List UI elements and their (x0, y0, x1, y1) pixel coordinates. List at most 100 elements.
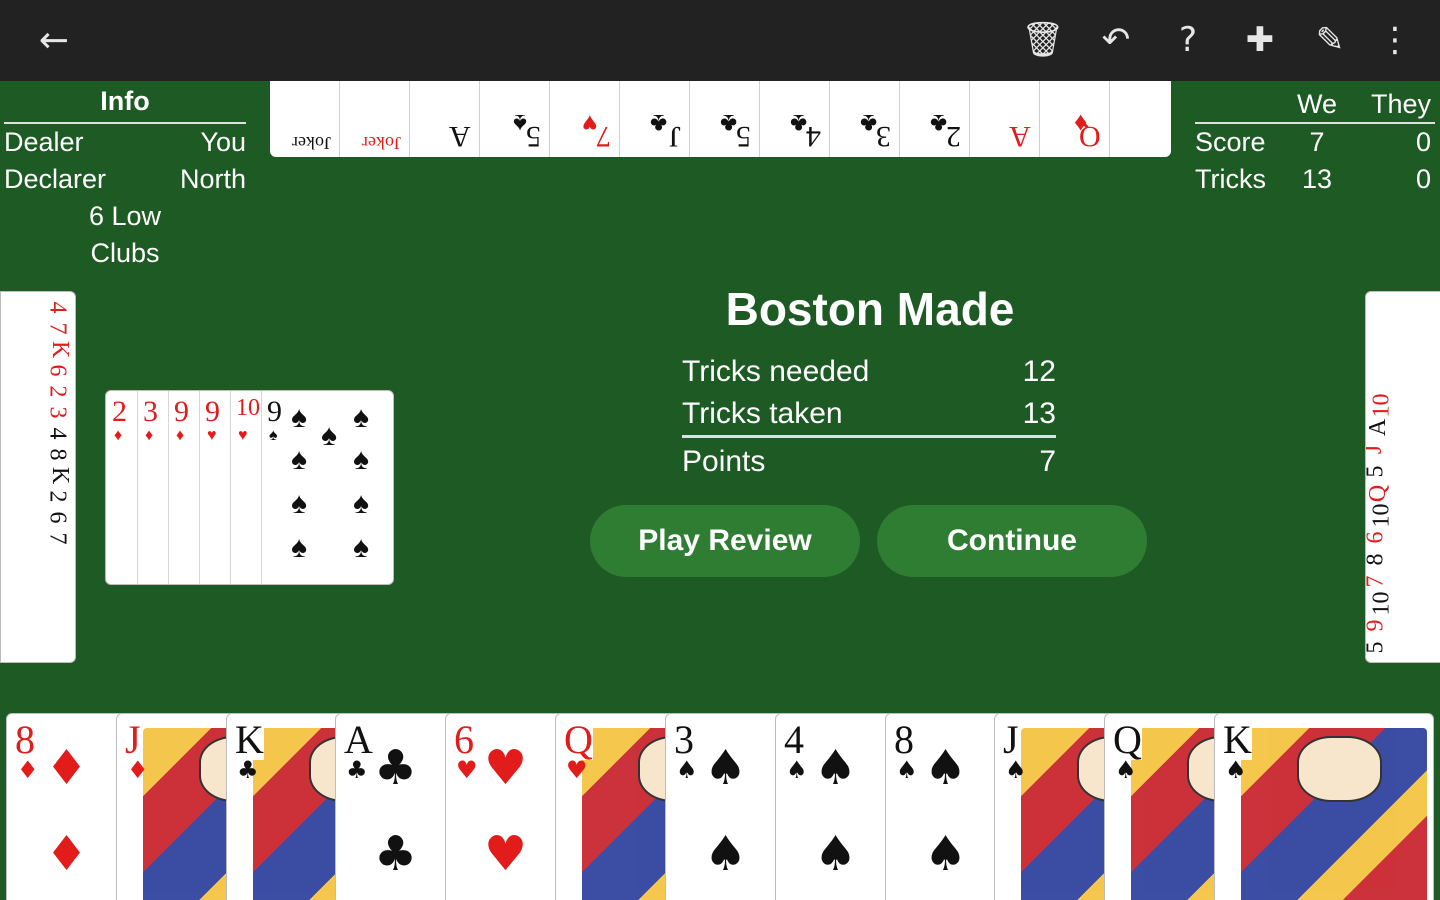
tricks-they: 0 (1415, 164, 1431, 194)
west-card-rank: 7 (44, 322, 71, 335)
card-pip-icon: ♠ (814, 826, 858, 882)
east-card-rank: J (1366, 445, 1388, 454)
points-value: 7 (1039, 445, 1056, 478)
declarer-value: North (179, 164, 246, 194)
gamepad-icon[interactable]: ✚ (1232, 12, 1288, 68)
card-suit-icon: ♦ (127, 756, 149, 784)
north-card: 2 ♣ (900, 81, 970, 157)
play-review-button[interactable]: Play Review (590, 505, 860, 577)
info-panel: Info Dealer You Declarer North 6 Low Clu… (4, 86, 246, 272)
south-hand: ♦ ♦ 8 ♦ J ♦ K ♣ ♣ ♣ A ♣ ♥ ♥ 6 ♥ Q ♥ ♠ ♠ 3 ♠ ♠ ♠ 4 ♠ ♠ ♠ 8 ♠ J ♠ Q ♠ K ♠ (6, 713, 1434, 900)
card-pip-icon: ♣ (374, 826, 418, 882)
bid-level: 6 Low (88, 201, 162, 231)
west-card-rank: 8 (44, 448, 71, 461)
points-row: Points 7 (682, 445, 1056, 479)
tricks-label: Tricks (1195, 164, 1266, 194)
card-suit-icon: ♠ (1115, 756, 1137, 784)
spade-pip-icon: ♠ (353, 401, 369, 434)
score-header: We They (1195, 86, 1435, 124)
card-rank: Q (564, 717, 593, 762)
card-pip-icon: ♣ (374, 740, 418, 796)
card-rank: A (1009, 120, 1031, 153)
card-rank: A (344, 717, 373, 762)
tricks-needed-label: Tricks needed (682, 355, 870, 388)
card-suit-icon: ♣ (237, 756, 259, 784)
card-pip-icon: ♥ (484, 740, 528, 796)
tricks-needed-value: 12 (1022, 355, 1056, 388)
trash-icon[interactable]: 🗑 (1015, 12, 1071, 68)
card-suit-icon: ♥ (207, 427, 217, 444)
points-label: Points (682, 445, 766, 478)
result-title: Boston Made (725, 283, 1015, 335)
card-suit-icon: ♠ (1005, 756, 1027, 784)
north-card: 4 ♣ (760, 81, 830, 157)
east-card-rank: A (1365, 418, 1392, 437)
card-rank: 6 (454, 717, 474, 762)
tricks-we: 13 (1301, 164, 1333, 194)
card-rank: 9 (267, 395, 282, 428)
east-card-rank: 10 (1368, 591, 1395, 616)
card-pip-icon: ♥ (484, 826, 528, 882)
west-card-rank: 4 (44, 301, 71, 314)
trick-card: 9 ♥ (199, 391, 231, 584)
tricks-row: Tricks 13 0 (1195, 161, 1435, 198)
score-they: 0 (1415, 127, 1431, 157)
card-rank: Joker (292, 133, 331, 153)
east-card-rank: 10 (1368, 503, 1395, 528)
west-card-rank: 7 (44, 532, 71, 545)
card-suit-icon: ♠ (513, 109, 527, 139)
tricks-taken-row: Tricks taken 13 (682, 397, 1056, 431)
card-pip-icon: ♠ (704, 826, 748, 882)
west-card-rank: 4 (44, 427, 71, 440)
card-suit-icon: ♠ (896, 756, 918, 784)
help-icon[interactable]: ? (1160, 12, 1216, 68)
card-pip-icon: ♠ (814, 740, 858, 796)
spade-pip-icon: ♠ (291, 443, 307, 476)
east-hand: 10AJ5Q106871095 (1365, 291, 1440, 663)
card-suit-icon: ♥ (238, 427, 248, 444)
north-card: 5 ♠ (480, 81, 550, 157)
card-pip-icon: ♠ (704, 740, 748, 796)
score-row: Score 7 0 (1195, 124, 1435, 161)
card-suit-icon: ♦ (145, 427, 154, 444)
trick-card: 10 ♥ (230, 391, 262, 584)
result-divider (682, 435, 1056, 438)
card-rank: 8 (894, 717, 914, 762)
card-suit-icon: ♣ (649, 109, 667, 139)
north-card: 7 ♥ (550, 81, 620, 157)
we-column-header: We (1296, 89, 1337, 119)
west-card-rank: 6 (44, 364, 71, 377)
spade-pip-icon: ♠ (353, 443, 369, 476)
card-rank: 10 (236, 395, 260, 421)
card-rank: 5 (736, 120, 751, 153)
north-hand: Joker Joker A 5 ♠ 7 ♥ J ♣ 5 ♣ 4 ♣ 3 ♣ 2 ♣ A Q ♦ (270, 81, 1171, 157)
north-card: A (970, 81, 1040, 157)
card-rank: J (125, 717, 141, 762)
continue-button[interactable]: Continue (877, 505, 1147, 577)
undo-icon[interactable]: ↶ (1088, 12, 1144, 68)
spade-pip-icon: ♠ (291, 487, 307, 520)
card-suit-icon: ♦ (114, 427, 123, 444)
trick-card: 9 ♦ (168, 391, 200, 584)
hand-card[interactable]: K ♠ (1214, 713, 1434, 900)
north-card: Q ♦ (1040, 81, 1110, 157)
bid-suit: Clubs (90, 238, 160, 268)
card-rank: 2 (946, 120, 961, 153)
west-card-rank: K (47, 340, 74, 359)
tricks-needed-row: Tricks needed 12 (682, 355, 1056, 389)
card-rank: J (1003, 717, 1019, 762)
scoresheet-icon[interactable]: ✎ (1302, 12, 1358, 68)
card-rank: 8 (15, 717, 35, 762)
card-rank: 9 (205, 395, 220, 428)
card-suit-icon: ♥ (456, 756, 478, 784)
card-suit-icon: ♣ (719, 109, 737, 139)
north-card: Joker (270, 81, 340, 157)
west-card-rank: 3 (44, 406, 71, 419)
card-rank: 9 (174, 395, 189, 428)
card-rank: J (669, 120, 681, 153)
east-card-rank: Q (1365, 484, 1392, 503)
score-we: 7 (1309, 127, 1325, 157)
back-arrow-icon[interactable]: ← (26, 12, 82, 68)
card-suit-icon: ♦ (1073, 109, 1087, 139)
more-options-icon[interactable]: ⋮ (1367, 12, 1423, 68)
